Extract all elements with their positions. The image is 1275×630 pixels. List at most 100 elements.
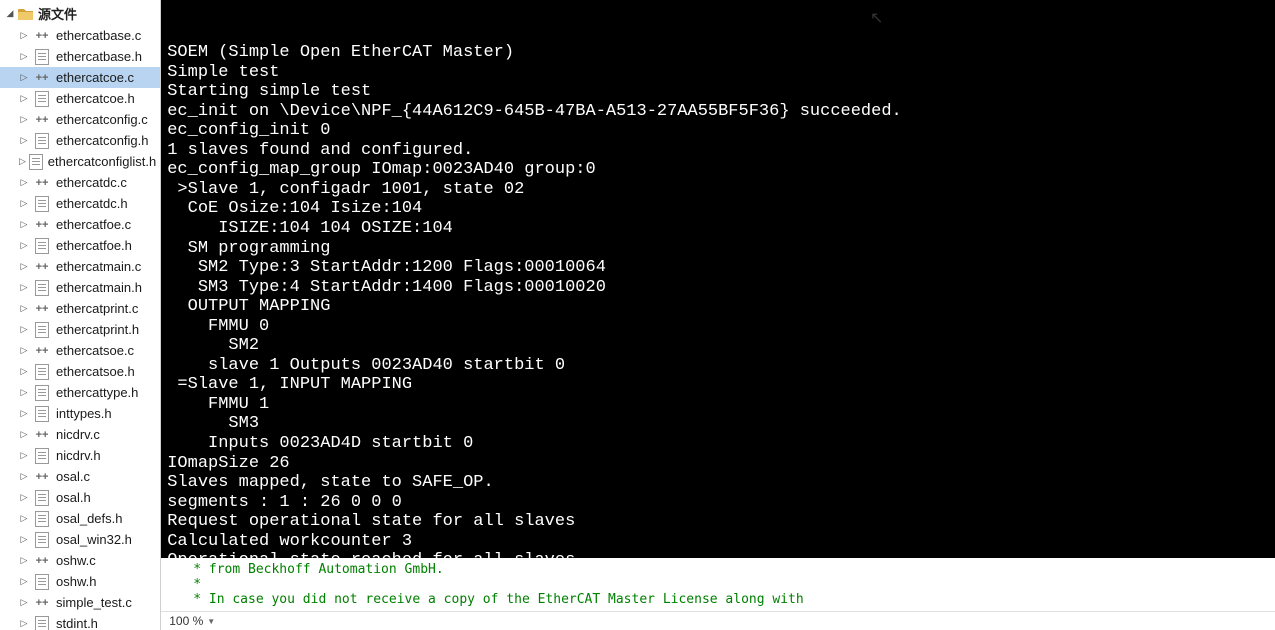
file-item-ethercatbase-c[interactable]: ethercatbase.c	[0, 25, 160, 46]
file-item-inttypes-h[interactable]: inttypes.h	[0, 403, 160, 424]
tree-expand-icon[interactable]	[4, 8, 16, 20]
tree-collapse-icon[interactable]	[18, 471, 30, 483]
file-item-ethercatfoe-c[interactable]: ethercatfoe.c	[0, 214, 160, 235]
tree-collapse-icon[interactable]	[18, 429, 30, 441]
header-file-icon	[32, 133, 52, 149]
file-name-label: oshw.c	[56, 553, 96, 568]
terminal-line: >Slave 1, configadr 1001, state 02	[167, 180, 1269, 200]
terminal-line: SM2 Type:3 StartAddr:1200 Flags:00010064	[167, 258, 1269, 278]
file-name-label: ethercatprint.h	[56, 322, 139, 337]
tree-collapse-icon[interactable]	[18, 345, 30, 357]
file-name-label: ethercatcoe.h	[56, 91, 135, 106]
file-item-osal_win32-h[interactable]: osal_win32.h	[0, 529, 160, 550]
file-item-ethercatmain-h[interactable]: ethercatmain.h	[0, 277, 160, 298]
tree-collapse-icon[interactable]	[18, 534, 30, 546]
file-item-ethercatdc-h[interactable]: ethercatdc.h	[0, 193, 160, 214]
tree-collapse-icon[interactable]	[18, 303, 30, 315]
tree-collapse-icon[interactable]	[18, 240, 30, 252]
terminal-line: 1 slaves found and configured.	[167, 141, 1269, 161]
tree-collapse-icon[interactable]	[18, 513, 30, 525]
file-name-label: ethercatfoe.h	[56, 238, 132, 253]
file-item-osal_defs-h[interactable]: osal_defs.h	[0, 508, 160, 529]
file-item-ethercattype-h[interactable]: ethercattype.h	[0, 382, 160, 403]
terminal-line: Slaves mapped, state to SAFE_OP.	[167, 473, 1269, 493]
tree-collapse-icon[interactable]	[18, 576, 30, 588]
tree-collapse-icon[interactable]	[18, 219, 30, 231]
cpp-file-icon	[32, 177, 52, 189]
tree-collapse-icon[interactable]	[18, 618, 30, 630]
tree-collapse-icon[interactable]	[18, 450, 30, 462]
header-file-icon	[29, 154, 44, 170]
file-item-ethercatcoe-c[interactable]: ethercatcoe.c	[0, 67, 160, 88]
tree-collapse-icon[interactable]	[18, 408, 30, 420]
tree-collapse-icon[interactable]	[18, 30, 30, 42]
tree-collapse-icon[interactable]	[18, 387, 30, 399]
file-list: ethercatbase.cethercatbase.h ethercatcoe.…	[0, 25, 160, 630]
tree-collapse-icon[interactable]	[18, 93, 30, 105]
tree-collapse-icon[interactable]	[18, 366, 30, 378]
file-item-simple_test-c[interactable]: simple_test.c	[0, 592, 160, 613]
file-item-ethercatsoe-c[interactable]: ethercatsoe.c	[0, 340, 160, 361]
zoom-dropdown[interactable]: 100 % ▼	[169, 614, 215, 628]
tree-collapse-icon[interactable]	[18, 114, 30, 126]
tree-collapse-icon[interactable]	[18, 324, 30, 336]
file-item-osal-c[interactable]: osal.c	[0, 466, 160, 487]
terminal-line: SM2	[167, 336, 1269, 356]
file-name-label: ethercatcoe.c	[56, 70, 134, 85]
file-item-ethercatsoe-h[interactable]: ethercatsoe.h	[0, 361, 160, 382]
tree-collapse-icon[interactable]	[18, 51, 30, 63]
header-file-icon	[32, 448, 52, 464]
tree-collapse-icon[interactable]	[18, 156, 27, 168]
file-item-osal-h[interactable]: osal.h	[0, 487, 160, 508]
file-item-ethercatdc-c[interactable]: ethercatdc.c	[0, 172, 160, 193]
tree-collapse-icon[interactable]	[18, 555, 30, 567]
tree-collapse-icon[interactable]	[18, 177, 30, 189]
sidebar-header[interactable]: 源文件	[0, 2, 160, 25]
sidebar-file-tree[interactable]: 源文件 ethercatbase.cethercatbase.hethercat…	[0, 0, 161, 630]
file-name-label: osal.h	[56, 490, 91, 505]
file-item-ethercatcoe-h[interactable]: ethercatcoe.h	[0, 88, 160, 109]
file-item-ethercatconfiglist-h[interactable]: ethercatconfiglist.h	[0, 151, 160, 172]
header-file-icon	[32, 280, 52, 296]
file-item-ethercatprint-h[interactable]: ethercatprint.h	[0, 319, 160, 340]
file-item-ethercatmain-c[interactable]: ethercatmain.c	[0, 256, 160, 277]
cpp-file-icon	[32, 345, 52, 357]
tree-collapse-icon[interactable]	[18, 492, 30, 504]
file-item-ethercatbase-h[interactable]: ethercatbase.h	[0, 46, 160, 67]
file-item-ethercatconfig-h[interactable]: ethercatconfig.h	[0, 130, 160, 151]
file-item-nicdrv-h[interactable]: nicdrv.h	[0, 445, 160, 466]
tree-collapse-icon[interactable]	[18, 261, 30, 273]
file-item-ethercatconfig-c[interactable]: ethercatconfig.c	[0, 109, 160, 130]
cpp-file-icon	[32, 30, 52, 42]
folder-icon	[18, 7, 34, 21]
tree-collapse-icon[interactable]	[18, 282, 30, 294]
file-name-label: oshw.h	[56, 574, 96, 589]
tree-collapse-icon[interactable]	[18, 198, 30, 210]
file-name-label: nicdrv.c	[56, 427, 100, 442]
file-item-oshw-h[interactable]: oshw.h	[0, 571, 160, 592]
file-item-ethercatfoe-h[interactable]: ethercatfoe.h	[0, 235, 160, 256]
editor-comment-line: *	[169, 577, 1267, 592]
editor-comment-area: * from Beckhoff Automation GmbH. * * In …	[161, 558, 1275, 611]
tree-collapse-icon[interactable]	[18, 135, 30, 147]
file-item-stdint-h[interactable]: stdint.h	[0, 613, 160, 630]
file-item-oshw-c[interactable]: oshw.c	[0, 550, 160, 571]
header-file-icon	[32, 49, 52, 65]
terminal-line: Request operational state for all slaves	[167, 512, 1269, 532]
sidebar-header-label: 源文件	[38, 4, 77, 23]
tree-collapse-icon[interactable]	[18, 597, 30, 609]
file-item-nicdrv-c[interactable]: nicdrv.c	[0, 424, 160, 445]
file-name-label: ethercatfoe.c	[56, 217, 131, 232]
file-name-label: ethercatmain.c	[56, 259, 141, 274]
cpp-file-icon	[32, 597, 52, 609]
terminal-output[interactable]: SOEM (Simple Open EtherCAT Master)Simple…	[161, 0, 1275, 558]
file-name-label: ethercatsoe.c	[56, 343, 134, 358]
tree-collapse-icon[interactable]	[18, 72, 30, 84]
file-item-ethercatprint-c[interactable]: ethercatprint.c	[0, 298, 160, 319]
cpp-file-icon	[32, 303, 52, 315]
file-name-label: osal.c	[56, 469, 90, 484]
file-name-label: ethercatmain.h	[56, 280, 142, 295]
terminal-line: CoE Osize:104 Isize:104	[167, 199, 1269, 219]
file-name-label: ethercatsoe.h	[56, 364, 135, 379]
header-file-icon	[32, 616, 52, 630]
